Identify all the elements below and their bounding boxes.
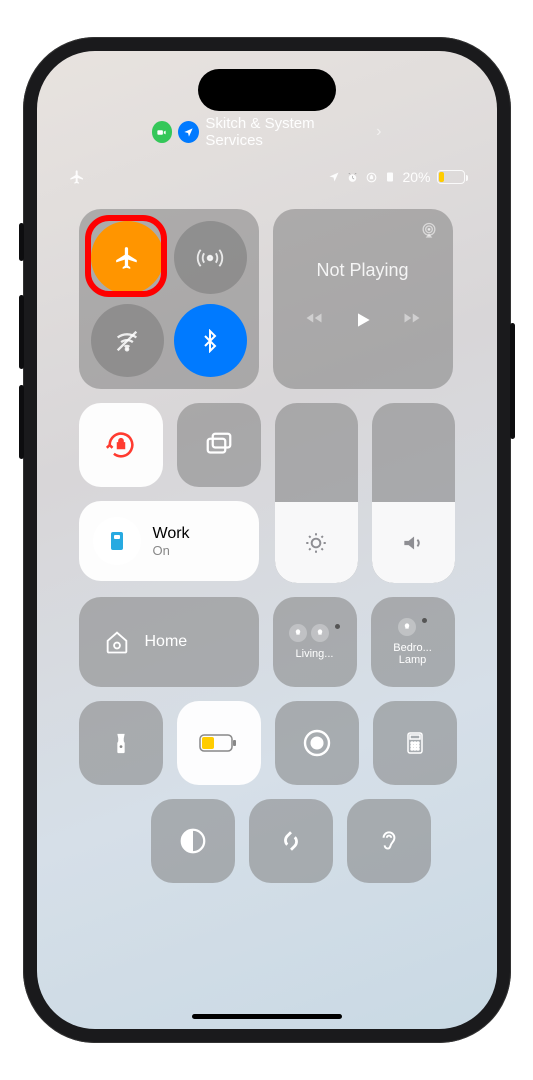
home-indicator[interactable]: [192, 1014, 342, 1019]
battery-icon: [437, 170, 465, 184]
status-dot-icon: [335, 624, 340, 629]
cellular-data-toggle[interactable]: [174, 221, 247, 294]
status-dot-icon: [422, 618, 427, 623]
low-power-mode-toggle[interactable]: [177, 701, 261, 785]
media-tile[interactable]: Not Playing: [273, 209, 453, 389]
dark-mode-toggle[interactable]: [151, 799, 235, 883]
battery-percentage: 20%: [402, 169, 430, 185]
phone-frame: Skitch & System Services › 20: [23, 37, 511, 1043]
forward-icon[interactable]: [401, 309, 423, 331]
homekit-label: Living...: [296, 648, 334, 660]
volume-slider[interactable]: [372, 403, 455, 583]
volume-icon: [400, 530, 426, 556]
play-icon[interactable]: [353, 309, 373, 331]
location-status-icon: [328, 171, 340, 183]
focus-tile[interactable]: Work On: [79, 501, 259, 581]
brightness-slider[interactable]: [275, 403, 358, 583]
home-icon: [103, 628, 131, 656]
screen: Skitch & System Services › 20: [37, 51, 497, 1029]
brightness-icon: [303, 530, 329, 556]
focus-state: On: [153, 543, 190, 558]
homekit-label: Bedro...: [393, 642, 432, 654]
orientation-lock-status-icon: [365, 171, 378, 184]
bulb-icon: [289, 624, 307, 642]
power-button: [510, 323, 515, 439]
flashlight-button[interactable]: [79, 701, 163, 785]
location-in-use-icon: [178, 121, 199, 143]
control-center: Not Playing: [79, 209, 455, 883]
chevron-right-icon: ›: [376, 123, 381, 141]
focus-badge-icon: [93, 517, 141, 565]
alarm-status-icon: [346, 171, 359, 184]
wifi-toggle[interactable]: [91, 304, 164, 377]
bluetooth-toggle[interactable]: [174, 304, 247, 377]
volume-up-button: [19, 295, 24, 369]
rewind-icon[interactable]: [303, 309, 325, 331]
hearing-button[interactable]: [347, 799, 431, 883]
shortcut-status-icon: [384, 170, 396, 184]
shazam-button[interactable]: [249, 799, 333, 883]
bulb-icon: [311, 624, 329, 642]
screen-record-button[interactable]: [275, 701, 359, 785]
airplay-icon[interactable]: [419, 221, 439, 241]
airplane-status-icon: [69, 169, 85, 185]
home-label: Home: [145, 633, 188, 651]
camera-in-use-icon: [152, 121, 173, 143]
homekit-accessory-2[interactable]: Bedro... Lamp: [371, 597, 455, 687]
airplane-mode-toggle[interactable]: [91, 221, 164, 294]
dynamic-island: [198, 69, 336, 111]
background-apps-label: Skitch & System Services: [205, 115, 368, 149]
status-bar: 20%: [37, 169, 497, 185]
focus-name: Work: [153, 525, 190, 543]
mute-switch: [19, 223, 24, 261]
media-title: Not Playing: [316, 260, 408, 281]
screen-mirroring-button[interactable]: [177, 403, 261, 487]
home-tile[interactable]: Home: [79, 597, 259, 687]
volume-down-button: [19, 385, 24, 459]
background-apps-pill[interactable]: Skitch & System Services ›: [152, 115, 382, 149]
orientation-lock-toggle[interactable]: [79, 403, 163, 487]
connectivity-tile[interactable]: [79, 209, 259, 389]
homekit-accessory-1[interactable]: Living...: [273, 597, 357, 687]
calculator-button[interactable]: [373, 701, 457, 785]
homekit-sublabel: Lamp: [399, 654, 427, 666]
bulb-icon: [398, 618, 416, 636]
